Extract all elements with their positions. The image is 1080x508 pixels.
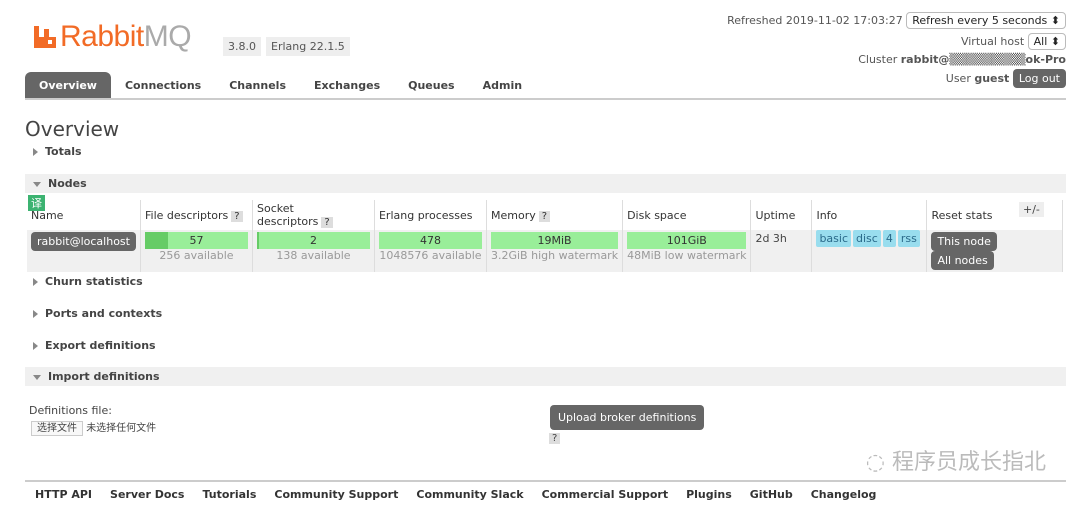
expand-icon (33, 342, 38, 350)
memory-bar: 19MiB (490, 232, 619, 249)
logo-text-mq: MQ (143, 20, 192, 53)
footer-link-github[interactable]: GitHub (750, 488, 793, 501)
tab-admin[interactable]: Admin (469, 72, 536, 99)
fd-bar: 57 (144, 232, 248, 249)
info-tag: basic (816, 230, 852, 247)
user-label: User (945, 72, 971, 85)
tab-queues[interactable]: Queues (394, 72, 468, 99)
section-label: Churn statistics (45, 275, 143, 288)
page-title: Overview (25, 117, 120, 141)
tab-exchanges[interactable]: Exchanges (300, 72, 394, 99)
user-row: User guest Log out (946, 69, 1066, 88)
section-import[interactable]: Import definitions (25, 367, 1066, 386)
expand-icon (33, 278, 38, 286)
refresh-row: Refreshed 2019-11-02 17:03:27 Refresh ev… (727, 12, 1066, 29)
vhost-row: Virtual host All ⬍ (961, 33, 1066, 50)
section-export[interactable]: Export definitions (25, 336, 1066, 355)
disk-bar: 101GiB (627, 232, 747, 249)
col-erlang-processes: Erlang processes (374, 200, 487, 230)
vhost-label: Virtual host (960, 35, 1025, 48)
info-tag: rss (897, 230, 920, 247)
wechat-icon: ◌ (865, 450, 892, 475)
version-badge: 3.8.0 (223, 37, 261, 56)
columns-toggle-button[interactable]: +/- (1019, 202, 1044, 217)
reset-all-nodes-button[interactable]: All nodes (931, 251, 994, 270)
table-header-row: Name File descriptors? Socket descriptor… (27, 200, 1064, 230)
section-churn[interactable]: Churn statistics (25, 272, 1066, 291)
footer-link-server-docs[interactable]: Server Docs (110, 488, 184, 501)
section-ports[interactable]: Ports and contexts (25, 304, 1066, 323)
section-nodes[interactable]: Nodes (25, 174, 1066, 193)
choose-file-button[interactable]: 选择文件 (31, 421, 83, 436)
user-name: guest (974, 72, 1010, 85)
expand-icon (33, 310, 38, 318)
col-file-descriptors: File descriptors? (140, 200, 253, 230)
col-uptime: Uptime (750, 200, 813, 230)
section-label: Totals (45, 145, 82, 158)
tab-connections[interactable]: Connections (111, 72, 215, 99)
footer-links: HTTP API Server Docs Tutorials Community… (35, 488, 876, 501)
reset-this-node-button[interactable]: This node (931, 232, 997, 251)
col-disk-space: Disk space (622, 200, 752, 230)
main-tabs: Overview Connections Channels Exchanges … (25, 72, 536, 99)
section-label: Export definitions (45, 339, 156, 352)
footer-link-community-slack[interactable]: Community Slack (416, 488, 523, 501)
refreshed-timestamp: Refreshed 2019-11-02 17:03:27 (727, 14, 903, 27)
uptime-value: 2d 3h (750, 230, 813, 272)
nodes-table: Name File descriptors? Socket descriptor… (27, 200, 1064, 272)
section-totals[interactable]: Totals (25, 142, 1066, 161)
help-button[interactable]: ? (231, 210, 243, 222)
help-button[interactable]: ? (549, 433, 561, 444)
fd-available: 256 available (159, 249, 234, 262)
definitions-file-label: Definitions file: (29, 404, 112, 417)
socket-bar: 2 (256, 232, 370, 249)
cluster-label: Cluster (858, 53, 898, 66)
erlang-bar: 478 (378, 232, 482, 249)
footer-link-http-api[interactable]: HTTP API (35, 488, 92, 501)
tab-overview[interactable]: Overview (25, 72, 111, 99)
col-memory: Memory? (486, 200, 624, 230)
table-row: rabbit@localhost 57 256 available 2 138 av… (27, 230, 1064, 272)
footer-link-commercial-support[interactable]: Commercial Support (542, 488, 669, 501)
help-button[interactable]: ? (321, 217, 333, 228)
cluster-name: rabbit@▒▒▒▒▒▒▒▒▒ok-Pro (900, 53, 1066, 66)
refresh-select[interactable]: Refresh every 5 seconds ⬍ (906, 12, 1066, 29)
info-tags: basic disc 4 rss (811, 230, 928, 272)
erlang-available: 1048576 available (379, 249, 482, 262)
footer-link-community-support[interactable]: Community Support (274, 488, 398, 501)
no-file-text: 未选择任何文件 (86, 423, 157, 434)
footer-link-tutorials[interactable]: Tutorials (202, 488, 256, 501)
vhost-select[interactable]: All ⬍ (1027, 33, 1066, 50)
collapse-icon (33, 374, 41, 380)
translate-badge[interactable]: 译 (28, 195, 45, 211)
section-label: Ports and contexts (45, 307, 163, 320)
footer-link-changelog[interactable]: Changelog (811, 488, 877, 501)
info-tag: 4 (882, 230, 896, 247)
disk-watermark: 48MiB low watermark (627, 249, 747, 262)
section-label: Import definitions (48, 370, 160, 383)
tabs-divider (25, 98, 1066, 100)
help-button[interactable]: ? (538, 210, 551, 222)
tab-channels[interactable]: Channels (215, 72, 300, 99)
logout-button[interactable]: Log out (1012, 69, 1066, 88)
section-label: Nodes (48, 177, 87, 190)
file-input[interactable]: 选择文件 未选择任何文件 (31, 419, 157, 436)
footer-divider (25, 480, 1066, 482)
col-socket-descriptors: Socket descriptors? (252, 200, 375, 230)
watermark: ◌ 程序员成长指北 (865, 450, 1046, 475)
erlang-badge: Erlang 22.1.5 (266, 37, 350, 56)
col-info: Info (811, 200, 928, 230)
socket-available: 138 available (276, 249, 351, 262)
info-tag: disc (853, 230, 881, 247)
footer-link-plugins[interactable]: Plugins (686, 488, 732, 501)
rabbitmq-logo: Rabbit MQ (34, 20, 192, 54)
node-name-link[interactable]: rabbit@localhost (31, 232, 136, 251)
upload-definitions-button[interactable]: Upload broker definitions (550, 405, 705, 430)
cluster-row: Cluster rabbit@▒▒▒▒▒▒▒▒▒ok-Pro (858, 53, 1066, 66)
rabbit-logo-icon (34, 26, 56, 48)
expand-icon (33, 148, 38, 156)
collapse-icon (33, 181, 41, 187)
logo-text: Rabbit (60, 20, 144, 53)
memory-watermark: 3.2GiB high watermark (490, 249, 619, 262)
